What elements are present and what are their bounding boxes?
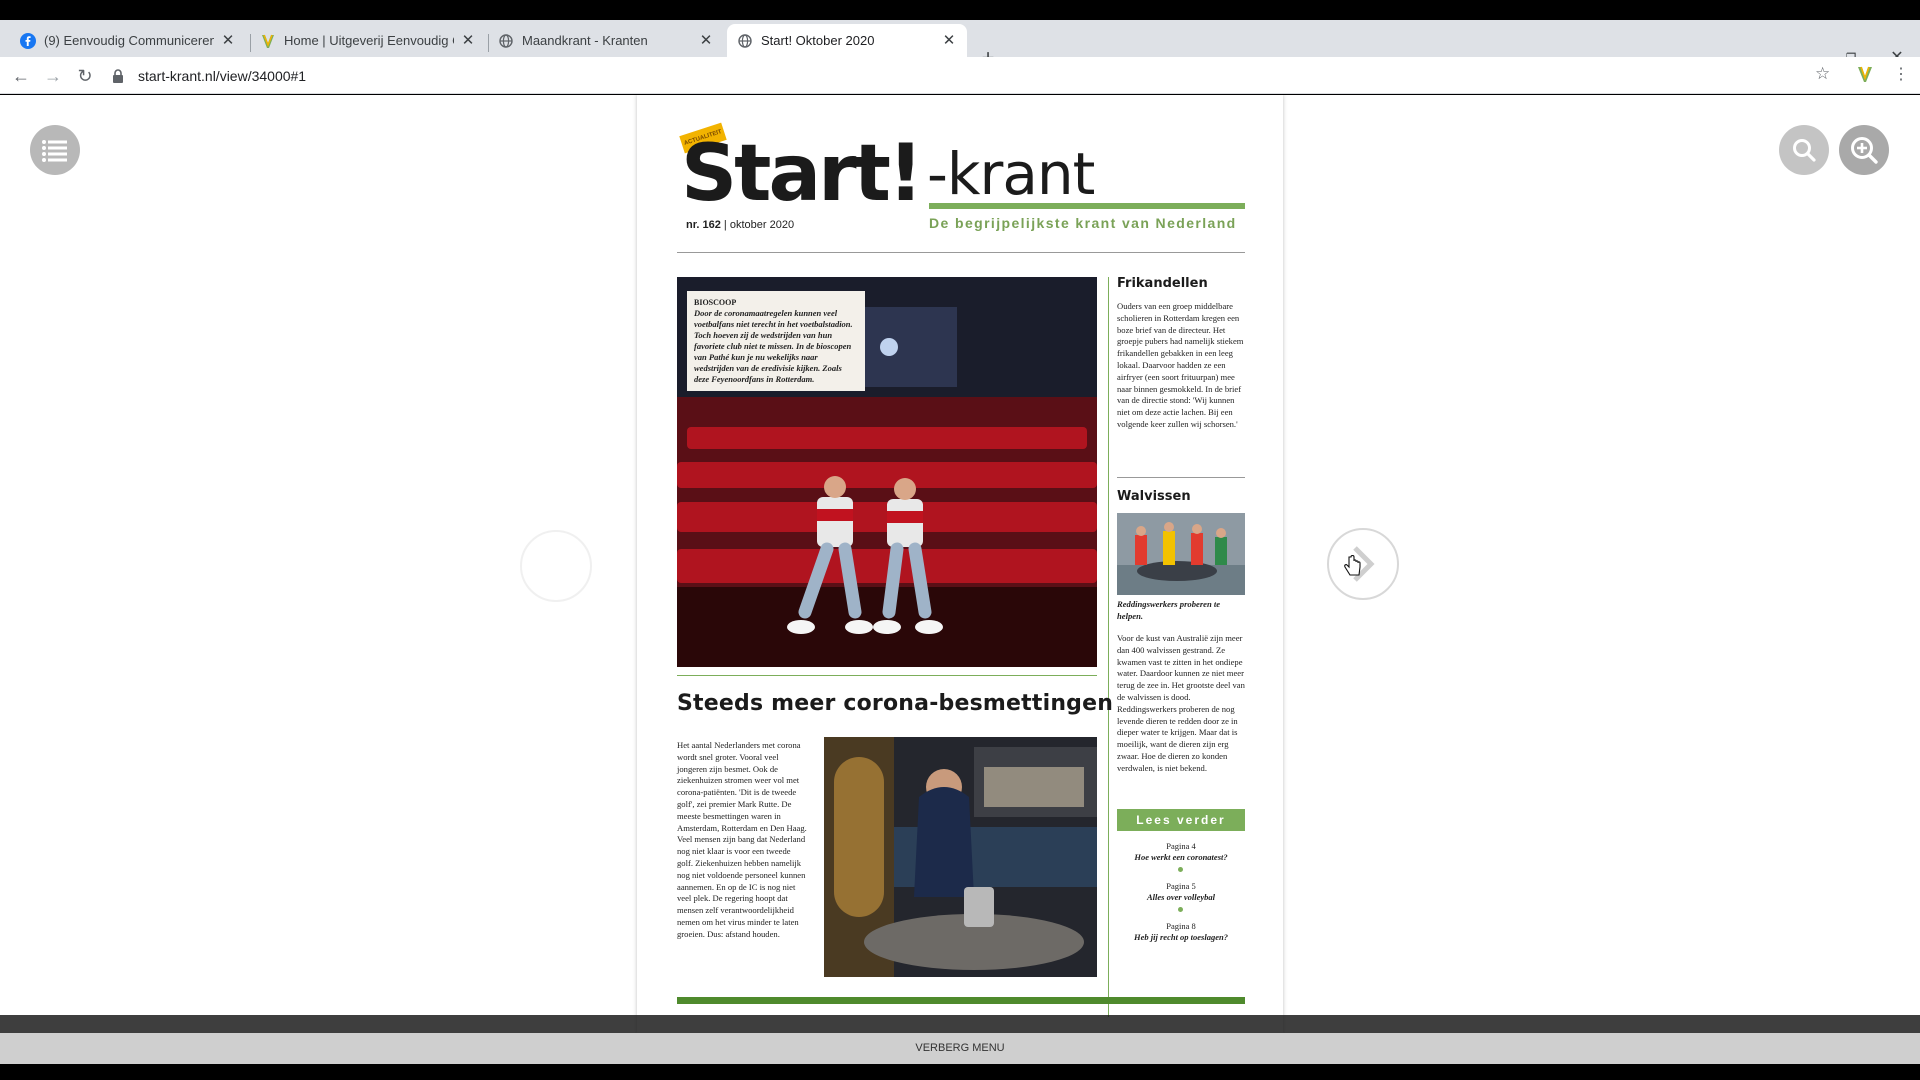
screen: (9) Eenvoudig Communiceren | Fa ✕ Home |…: [0, 0, 1920, 1080]
reference-page: Pagina 8: [1166, 921, 1196, 931]
extension-icon[interactable]: [1857, 65, 1873, 88]
close-icon[interactable]: ✕: [460, 32, 476, 49]
next-page-button[interactable]: [1327, 528, 1399, 600]
logo-rule: [929, 203, 1245, 209]
bookmark-star-icon[interactable]: ☆: [1815, 64, 1830, 84]
table-of-contents-button[interactable]: [30, 125, 80, 175]
uitgeverij-icon: [260, 33, 276, 49]
main-headline: Steeds meer corona-besmettingen: [677, 691, 1114, 716]
reference-page: Pagina 5: [1166, 881, 1196, 891]
screen-bottom-edge: [0, 1064, 1920, 1080]
reference-page: Pagina 4: [1166, 841, 1196, 851]
whale-caption: Reddingswerkers proberen te helpen.: [1117, 599, 1221, 621]
page-reference: Pagina 5 Alles over volleybal: [1117, 881, 1245, 903]
page-reference: Pagina 8 Heb jij recht op toeslagen?: [1117, 921, 1245, 943]
reference-title: Alles over volleybal: [1147, 892, 1215, 902]
frikandellen-title: Frikandellen: [1117, 276, 1208, 291]
cinema-kicker: BIOSCOOP: [694, 298, 737, 307]
zoom-in-button[interactable]: [1839, 125, 1889, 175]
bullet-dot: [1178, 867, 1183, 872]
walvissen-title: Walvissen: [1117, 489, 1191, 504]
cinema-caption: BIOSCOOP Door de coronamaatregelen kunne…: [687, 291, 865, 391]
issue-line: nr. 162 | oktober 2020: [686, 219, 795, 231]
search-icon: [1793, 139, 1816, 162]
close-icon[interactable]: ✕: [941, 32, 957, 49]
hide-menu-button[interactable]: VERBERG MENU: [0, 1033, 1920, 1064]
issue-date: oktober 2020: [729, 219, 795, 231]
headline-divider: [677, 675, 1097, 676]
whale-photo: [1117, 513, 1245, 595]
reload-icon[interactable]: ↻: [72, 63, 98, 89]
close-icon[interactable]: ✕: [220, 32, 236, 49]
url-text: start-krant.nl/view/34000#1: [138, 68, 307, 84]
frikandellen-text: Ouders van een groep middelbare scholier…: [1117, 301, 1244, 429]
terrace-photo: [824, 737, 1097, 977]
browser-menu-icon[interactable]: ⋮: [1893, 63, 1909, 87]
lees-verder-banner: Lees verder: [1117, 809, 1245, 831]
search-button[interactable]: [1779, 125, 1829, 175]
lock-icon: [112, 69, 128, 83]
page-reference: Pagina 4 Hoe werkt een coronatest?: [1117, 841, 1245, 863]
tab-label: Maandkrant - Kranten: [522, 33, 648, 48]
main-article-text: Het aantal Nederlanders met corona wordt…: [677, 740, 807, 939]
flipbook-viewer: ACTUALITEIT Start! -krant nr. 162 | okto…: [0, 95, 1920, 1033]
header-divider: [677, 252, 1245, 253]
column-divider: [1108, 277, 1109, 1017]
issue-number: nr. 162: [686, 219, 721, 231]
tab-label: Start! Oktober 2020: [761, 33, 875, 48]
list-icon: [42, 140, 67, 162]
tab-start-oktober[interactable]: Start! Oktober 2020 ✕: [727, 24, 967, 57]
close-icon[interactable]: ✕: [698, 32, 714, 49]
reference-title: Hoe werkt een coronatest?: [1134, 852, 1228, 862]
previous-page-button[interactable]: [520, 530, 592, 602]
back-icon[interactable]: ←: [8, 63, 34, 89]
hand-cursor-icon: [1344, 554, 1362, 582]
bullet-dot: [1178, 907, 1183, 912]
logo-start: Start!: [681, 129, 923, 219]
globe-icon: [498, 33, 514, 49]
footer-rule: [677, 997, 1245, 1004]
facebook-icon: [20, 32, 36, 49]
side-divider: [1117, 477, 1245, 478]
tab-facebook[interactable]: (9) Eenvoudig Communiceren | Fa ✕: [10, 24, 246, 57]
newspaper-page: ACTUALITEIT Start! -krant nr. 162 | okto…: [637, 95, 1283, 1033]
tab-label: Home | Uitgeverij Eenvoudig Com: [284, 33, 454, 48]
tab-uitgeverij[interactable]: Home | Uitgeverij Eenvoudig Com ✕: [250, 24, 486, 57]
zoom-in-icon: [1851, 137, 1878, 164]
browser-toolbar: ← → ↻ start-krant.nl/view/34000#1 ☆ ⋮: [0, 57, 1920, 94]
globe-icon: [737, 33, 753, 49]
reference-title: Heb jij recht op toeslagen?: [1134, 932, 1228, 942]
tab-maandkrant[interactable]: Maandkrant - Kranten ✕: [488, 24, 724, 57]
tagline: De begrijpelijkste krant van Nederland: [929, 215, 1237, 231]
forward-icon[interactable]: →: [40, 63, 66, 89]
cinema-caption-text: Door de coronamaatregelen kunnen veel vo…: [694, 308, 853, 384]
logo-krant: -krant: [927, 140, 1095, 208]
viewer-bottom-bar: 1 / 16: [0, 1015, 1920, 1033]
walvissen-text: Voor de kust van Australië zijn meer dan…: [1117, 633, 1245, 773]
browser-tabstrip: (9) Eenvoudig Communiceren | Fa ✕ Home |…: [0, 20, 1920, 69]
tab-label: (9) Eenvoudig Communiceren | Fa: [44, 33, 214, 48]
address-bar[interactable]: start-krant.nl/view/34000#1: [112, 62, 1812, 90]
